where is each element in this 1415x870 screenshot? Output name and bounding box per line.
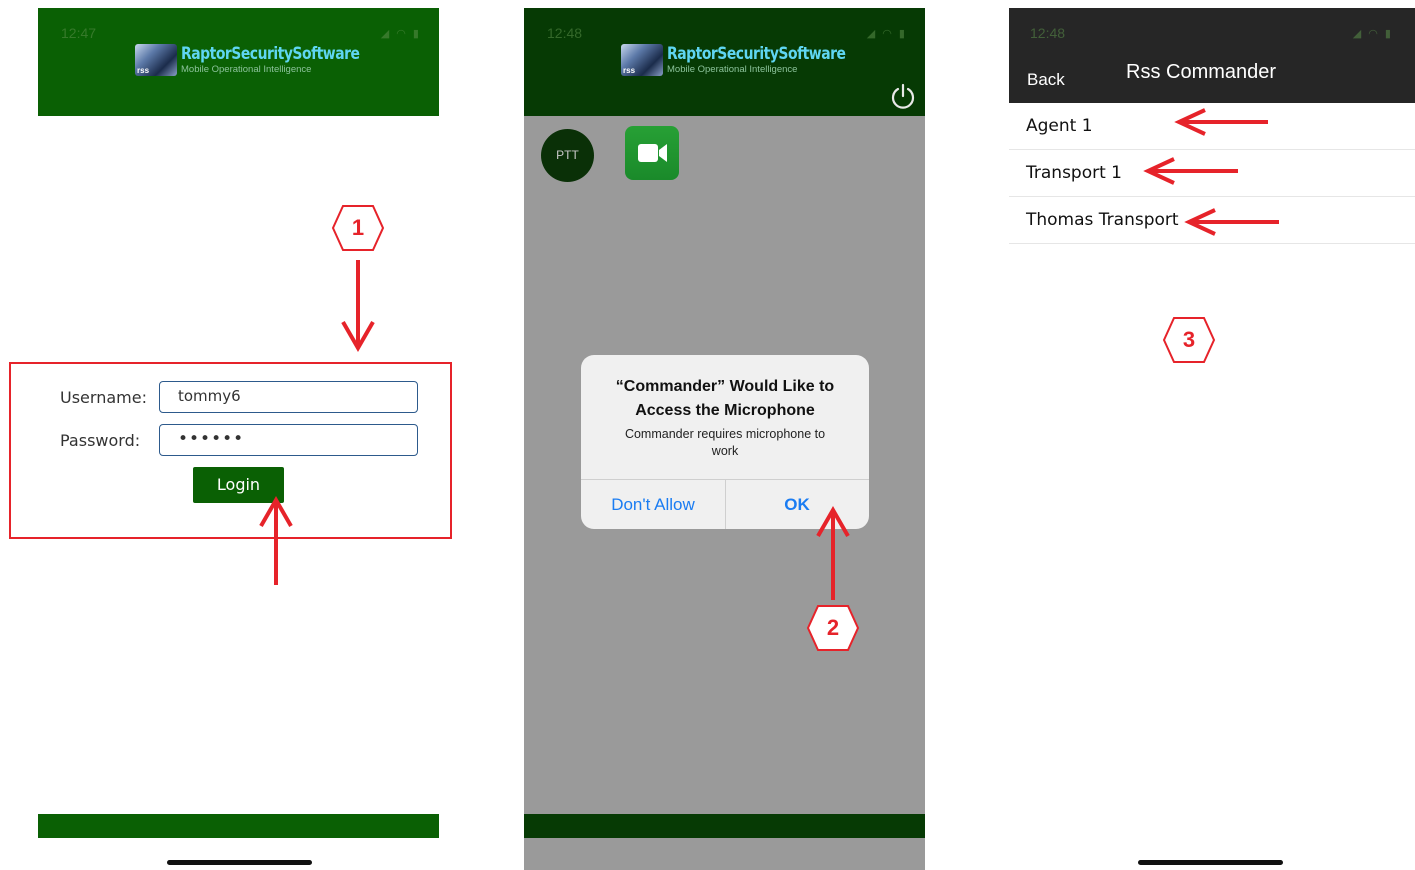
step-number: 2: [826, 615, 840, 640]
step-marker-2: 2: [806, 604, 860, 652]
step-marker-1: 1: [331, 204, 385, 252]
step-number: 1: [351, 215, 365, 240]
step-number: 3: [1182, 327, 1196, 352]
annotation-arrows: [259, 108, 1279, 600]
step-marker-3: 3: [1162, 316, 1216, 364]
